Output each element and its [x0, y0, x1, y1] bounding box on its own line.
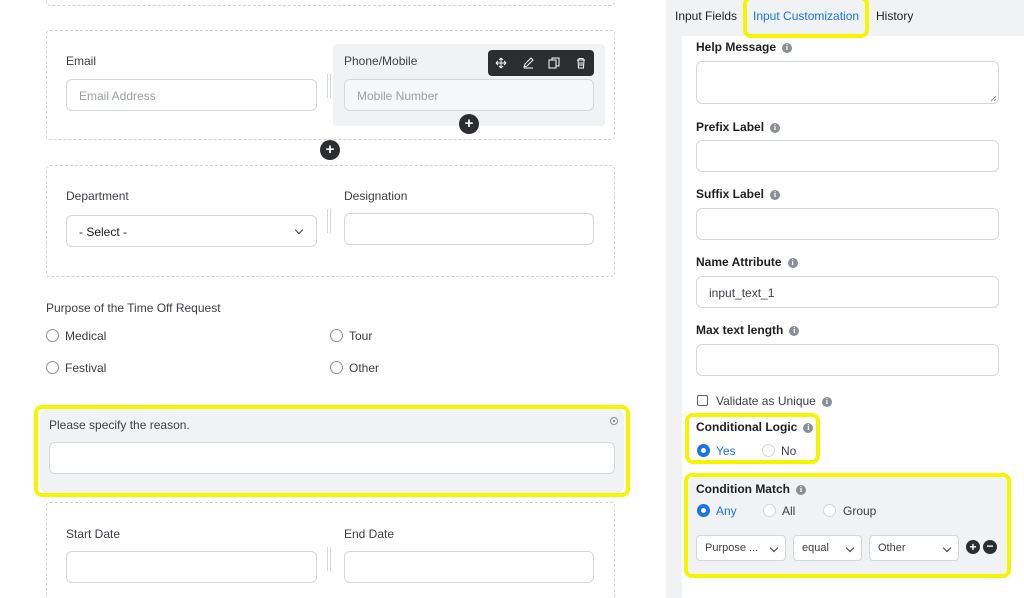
end-date-label: End Date [344, 527, 395, 541]
prefix-label-heading: Prefix Label i [696, 120, 781, 134]
edit-icon[interactable] [522, 57, 534, 69]
highlight-annotation [684, 473, 1011, 578]
prefix-label-text: Prefix Label [696, 120, 765, 134]
suffix-label-heading: Suffix Label i [696, 187, 781, 201]
help-message-textarea[interactable] [696, 61, 999, 104]
phone-field[interactable]: Mobile Number [344, 79, 594, 111]
purpose-option-label: Festival [65, 361, 107, 375]
validate-unique-checkbox[interactable] [697, 395, 708, 406]
field-toolbar [488, 50, 594, 76]
suffix-label-field[interactable] [696, 208, 999, 240]
duplicate-icon[interactable] [548, 57, 560, 69]
purpose-radio-other[interactable] [330, 361, 343, 374]
name-attribute-field[interactable]: input_text_1 [696, 276, 999, 308]
validate-unique-label: Validate as Unique [716, 394, 816, 408]
column-resize-handle[interactable] [327, 209, 331, 233]
form-canvas: Email Email Address Phone/Mobile Mobile … [0, 0, 666, 598]
purpose-option-label: Medical [65, 329, 107, 343]
max-text-length-field[interactable] [696, 344, 999, 376]
purpose-radio-tour[interactable] [330, 329, 343, 342]
delete-icon[interactable] [575, 57, 587, 69]
info-icon[interactable]: i [789, 326, 800, 336]
purpose-radio-festival[interactable] [46, 361, 59, 374]
purpose-label: Purpose of the Time Off Request [46, 301, 221, 315]
purpose-option-label: Other [349, 361, 380, 375]
info-icon[interactable]: i [782, 43, 793, 53]
end-date-field[interactable] [344, 551, 594, 583]
previous-field-container [46, 0, 615, 6]
purpose-radio-medical[interactable] [46, 329, 59, 342]
tab-input-fields[interactable]: Input Fields [675, 9, 737, 23]
email-field[interactable]: Email Address [66, 79, 317, 111]
email-label: Email [66, 54, 97, 68]
move-icon[interactable] [495, 57, 507, 69]
phone-label: Phone/Mobile [344, 54, 418, 68]
column-resize-handle[interactable] [327, 74, 331, 98]
department-selected-value: - Select - [79, 225, 128, 239]
add-field-inline-button[interactable]: + [459, 114, 479, 134]
tab-history[interactable]: History [876, 9, 913, 23]
info-icon[interactable]: i [821, 397, 832, 407]
resize-handle-icon[interactable] [990, 95, 997, 102]
help-message-label: Help Message i [696, 40, 793, 54]
max-text-length-heading: Max text length i [696, 323, 800, 337]
name-attribute-heading: Name Attribute i [696, 255, 798, 269]
max-text-length-text: Max text length [696, 323, 784, 337]
suffix-label-text: Suffix Label [696, 187, 765, 201]
chevron-down-icon [294, 225, 304, 235]
info-icon[interactable]: i [770, 190, 781, 200]
department-label: Department [66, 189, 129, 203]
column-resize-handle[interactable] [327, 547, 331, 571]
name-attribute-text: Name Attribute [696, 255, 782, 269]
info-icon[interactable]: i [787, 258, 798, 268]
start-date-label: Start Date [66, 527, 121, 541]
start-date-field[interactable] [66, 551, 317, 583]
help-message-label-text: Help Message [696, 40, 777, 54]
form-builder: Email Email Address Phone/Mobile Mobile … [0, 0, 1024, 598]
highlight-annotation [685, 413, 820, 464]
highlight-annotation [743, 0, 869, 38]
prefix-label-field[interactable] [696, 140, 999, 172]
designation-field[interactable] [344, 213, 594, 245]
add-row-button[interactable]: + [320, 140, 340, 160]
highlight-annotation [34, 405, 630, 497]
designation-label: Designation [344, 189, 408, 203]
department-select[interactable]: - Select - [66, 215, 317, 247]
purpose-option-label: Tour [349, 329, 373, 343]
info-icon[interactable]: i [770, 123, 781, 133]
validate-unique-row: Validate as Unique i [716, 394, 832, 408]
